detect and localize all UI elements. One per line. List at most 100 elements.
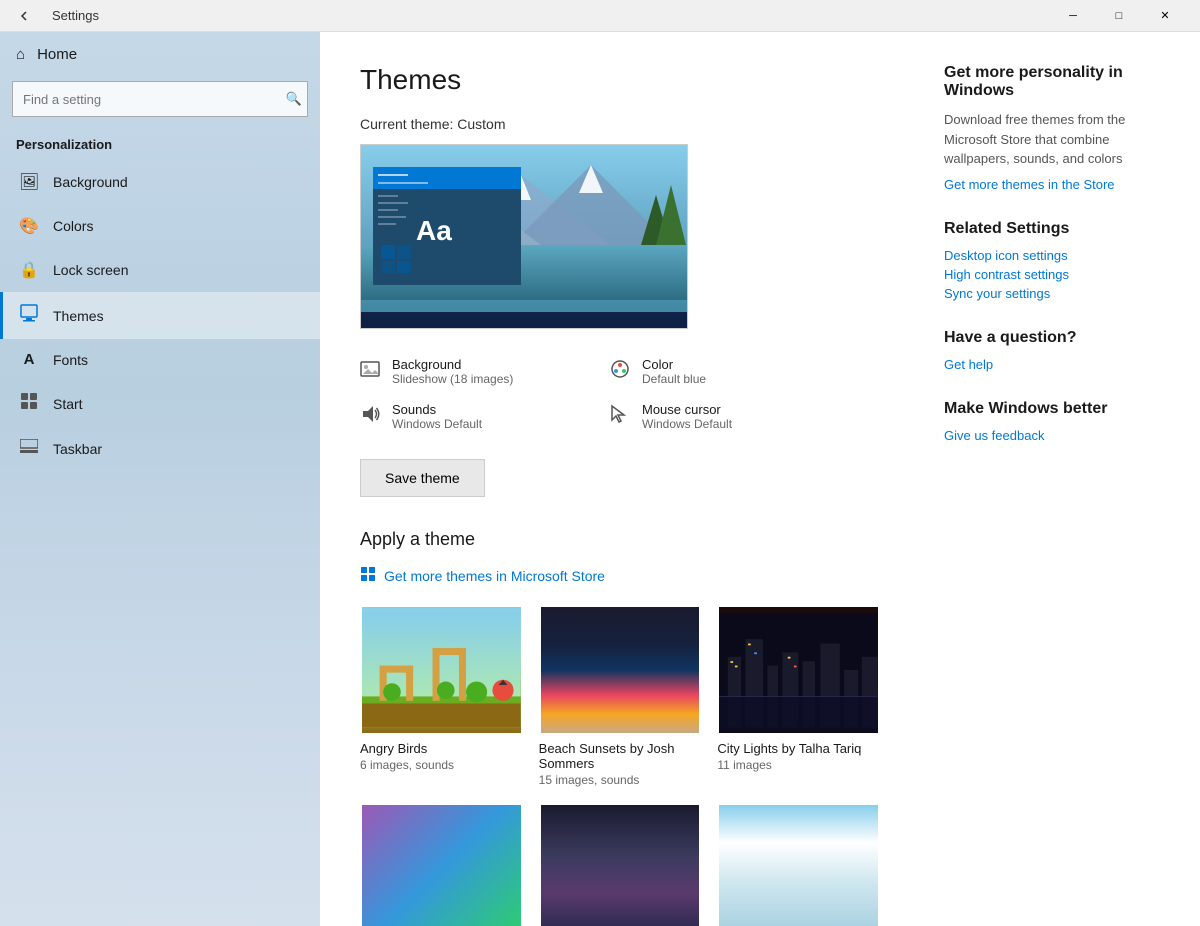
theme-card-desc: 6 images, sounds [360, 758, 523, 772]
theme-card-desc: 11 images [717, 758, 880, 772]
theme-card-name: Beach Sunsets by Josh Sommers [539, 741, 702, 771]
theme-card-img [360, 803, 523, 926]
themes-icon [19, 304, 39, 327]
taskbar-icon [19, 439, 39, 458]
related-settings-title: Related Settings [944, 220, 1176, 238]
sidebar-item-taskbar[interactable]: Taskbar [0, 427, 320, 470]
themes-grid: Angry Birds 6 images, sounds Beach Sunse… [360, 605, 880, 926]
sidebar: ⌂ Home 🔍 Personalization 🖼 Background 🎨 … [0, 32, 320, 926]
color-attr-value: Default blue [642, 372, 706, 386]
get-help-link[interactable]: Get help [944, 357, 1176, 372]
desktop-icon-settings-link[interactable]: Desktop icon settings [944, 248, 1176, 263]
colors-icon: 🎨 [19, 216, 39, 236]
background-attr-value: Slideshow (18 images) [392, 372, 513, 386]
theme-card-angry-birds[interactable]: Angry Birds 6 images, sounds [360, 605, 523, 787]
high-contrast-settings-link[interactable]: High contrast settings [944, 267, 1176, 282]
theme-card-abstract[interactable]: Abstract 8 images [360, 803, 523, 926]
background-attr-name: Background [392, 357, 513, 372]
theme-card-img [539, 605, 702, 735]
sidebar-item-background[interactable]: 🖼 Background [0, 160, 320, 204]
store-link[interactable]: Get more themes in Microsoft Store [360, 566, 880, 585]
sidebar-item-start[interactable]: Start [0, 380, 320, 427]
close-button[interactable]: ✕ [1142, 0, 1188, 32]
theme-card-beach[interactable]: Beach Sunsets by Josh Sommers 15 images,… [539, 605, 702, 787]
feedback-title: Make Windows better [944, 400, 1176, 418]
sidebar-item-label: Taskbar [53, 441, 102, 457]
home-icon: ⌂ [16, 46, 25, 63]
save-theme-button[interactable]: Save theme [360, 459, 485, 497]
sidebar-section-title: Personalization [0, 129, 320, 160]
titlebar: Settings ─ □ ✕ [0, 0, 1200, 32]
cursor-attr-name: Mouse cursor [642, 402, 732, 417]
color-attr-icon [610, 359, 632, 384]
background-attr[interactable]: Background Slideshow (18 images) [360, 349, 610, 394]
theme-card-img [717, 605, 880, 735]
theme-attributes: Background Slideshow (18 images) Color D… [360, 349, 860, 439]
sounds-attr-name: Sounds [392, 402, 482, 417]
sounds-attr-value: Windows Default [392, 417, 482, 431]
personality-title: Get more personality in Windows [944, 64, 1176, 100]
cursor-attr-icon [610, 404, 632, 429]
sidebar-item-fonts[interactable]: A Fonts [0, 339, 320, 380]
apply-theme-title: Apply a theme [360, 529, 880, 550]
page-title: Themes [360, 64, 880, 96]
theme-card-mountain[interactable]: Mountain 10 images, sounds [717, 803, 880, 926]
sounds-attr-icon [360, 404, 382, 429]
theme-card-dark[interactable]: Dark 5 images [539, 803, 702, 926]
current-theme-label: Current theme: Custom [360, 116, 880, 132]
related-settings-section: Related Settings Desktop icon settings H… [944, 220, 1176, 301]
home-label: Home [37, 46, 77, 63]
fonts-icon: A [19, 351, 39, 368]
minimize-button[interactable]: ─ [1050, 0, 1096, 32]
sync-settings-link[interactable]: Sync your settings [944, 286, 1176, 301]
theme-card-img [717, 803, 880, 926]
color-attr[interactable]: Color Default blue [610, 349, 860, 394]
sidebar-item-label: Start [53, 396, 83, 412]
personality-section: Get more personality in Windows Download… [944, 64, 1176, 192]
store-icon [360, 566, 376, 585]
cursor-attr[interactable]: Mouse cursor Windows Default [610, 394, 860, 439]
theme-card-name: City Lights by Talha Tariq [717, 741, 880, 756]
sidebar-item-label: Colors [53, 218, 93, 234]
lock-screen-icon: 🔒 [19, 260, 39, 280]
theme-card-img [360, 605, 523, 735]
sidebar-item-label: Lock screen [53, 262, 128, 278]
store-link-label: Get more themes in Microsoft Store [384, 568, 605, 584]
home-nav-item[interactable]: ⌂ Home [0, 32, 320, 77]
cursor-attr-value: Windows Default [642, 417, 732, 431]
theme-card-img [539, 803, 702, 926]
color-attr-name: Color [642, 357, 706, 372]
theme-card-name: Angry Birds [360, 741, 523, 756]
feedback-section: Make Windows better Give us feedback [944, 400, 1176, 443]
back-button[interactable] [12, 4, 36, 28]
titlebar-controls: Settings [12, 4, 99, 28]
background-attr-icon [360, 361, 382, 382]
sidebar-item-label: Themes [53, 308, 104, 324]
personality-link[interactable]: Get more themes in the Store [944, 177, 1176, 192]
sounds-attr[interactable]: Sounds Windows Default [360, 394, 610, 439]
start-icon [19, 392, 39, 415]
theme-card-city[interactable]: City Lights by Talha Tariq 11 images [717, 605, 880, 787]
theme-preview: Aa [360, 144, 688, 329]
content-area: Themes Current theme: Custom [320, 32, 920, 926]
sidebar-item-colors[interactable]: 🎨 Colors [0, 204, 320, 248]
search-icon[interactable]: 🔍 [286, 91, 302, 107]
search-box: 🔍 [12, 81, 308, 117]
sidebar-item-lock-screen[interactable]: 🔒 Lock screen [0, 248, 320, 292]
question-section: Have a question? Get help [944, 329, 1176, 372]
main-layout: ⌂ Home 🔍 Personalization 🖼 Background 🎨 … [0, 32, 1200, 926]
svg-text:Aa: Aa [416, 215, 452, 246]
search-input[interactable] [12, 81, 308, 117]
sidebar-item-label: Background [53, 174, 128, 190]
window-controls: ─ □ ✕ [1050, 0, 1188, 32]
sidebar-item-label: Fonts [53, 352, 88, 368]
sidebar-item-themes[interactable]: Themes [0, 292, 320, 339]
question-title: Have a question? [944, 329, 1176, 347]
right-panel: Get more personality in Windows Download… [920, 32, 1200, 926]
feedback-link[interactable]: Give us feedback [944, 428, 1176, 443]
maximize-button[interactable]: □ [1096, 0, 1142, 32]
background-icon: 🖼 [19, 172, 39, 192]
theme-card-desc: 15 images, sounds [539, 773, 702, 787]
personality-desc: Download free themes from the Microsoft … [944, 110, 1176, 169]
titlebar-title: Settings [52, 8, 99, 23]
